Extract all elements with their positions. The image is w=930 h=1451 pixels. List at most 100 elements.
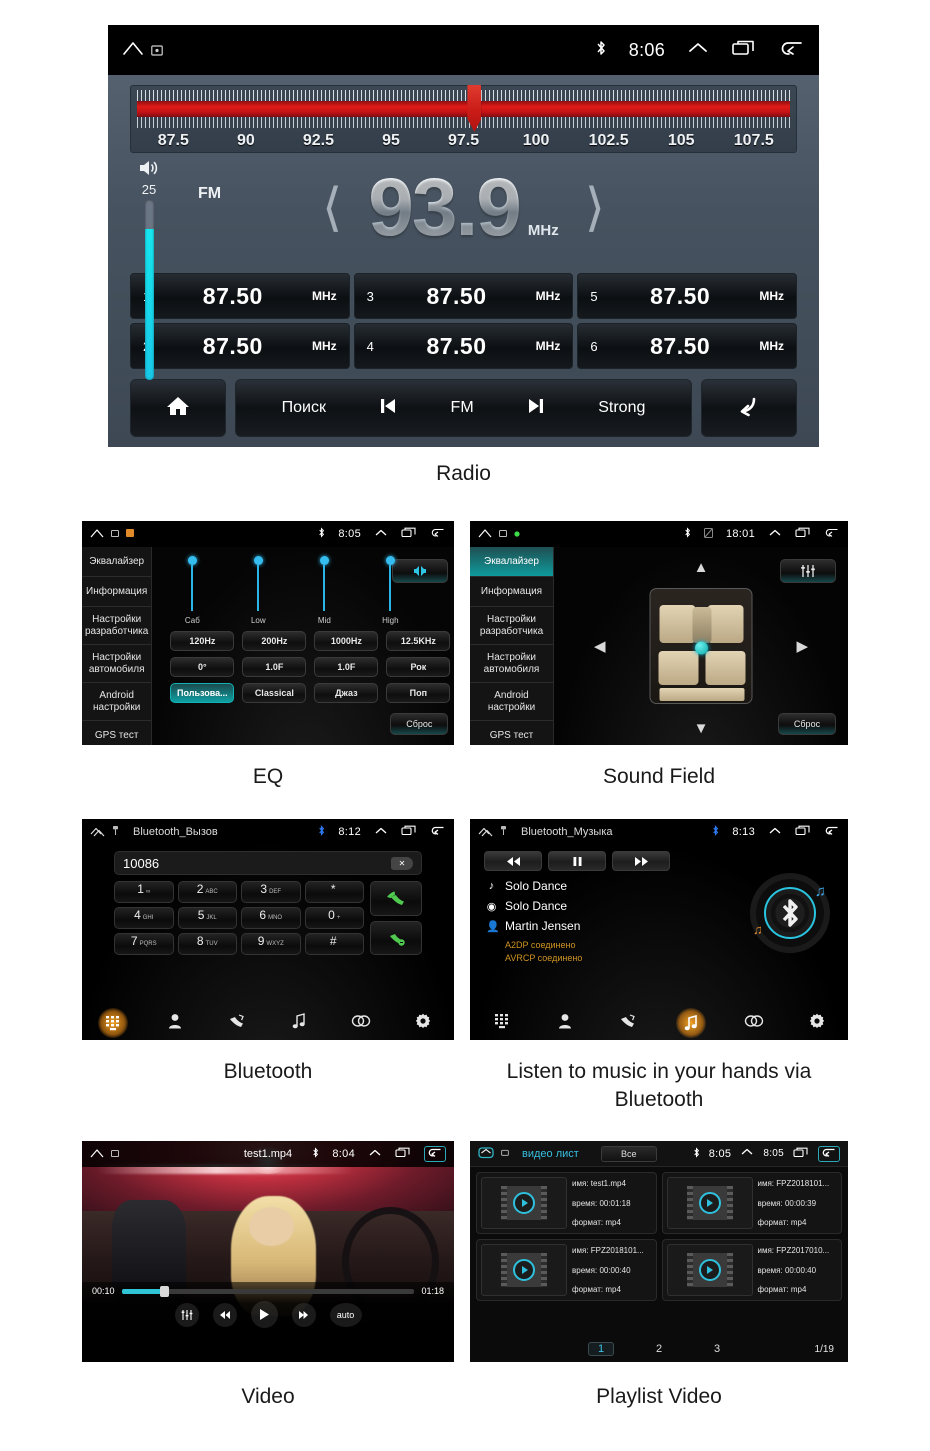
hangup-button[interactable] [370,920,422,955]
sidebar-item-information[interactable]: Информация [470,577,553,607]
tab-keypad[interactable] [470,1006,533,1040]
sound-field-button[interactable] [392,559,449,583]
eq-preset-jazz[interactable]: Джаз [314,683,379,703]
sidebar-item-car-settings[interactable]: Настройки автомобиля [82,645,152,683]
screenshot-icon[interactable] [499,528,507,540]
key-star[interactable]: * [304,881,364,903]
prev-icon[interactable] [377,396,399,421]
tuner-dial[interactable]: 87.5 90 92.5 95 97.5 100 102.5 105 107.5 [130,85,797,153]
recents-icon[interactable] [401,825,417,839]
eq-param-button[interactable]: 1.0F [242,657,307,677]
chevron-up-icon[interactable] [740,1147,754,1160]
dial-band[interactable] [137,85,790,132]
chevron-up-icon[interactable] [374,528,388,541]
back-icon[interactable] [779,39,805,62]
recents-icon[interactable] [795,825,811,839]
list-item[interactable]: имя: FPZ2017010... время: 00:00:40 форма… [661,1239,842,1301]
sidebar-item-equalizer[interactable]: Эквалайзер [470,547,553,577]
eq-slider-rail[interactable] [257,565,260,611]
sound-field-up-icon[interactable]: ▲ [694,559,709,576]
chevron-up-icon[interactable] [374,826,388,839]
chevron-up-icon[interactable] [368,1148,382,1161]
eq-param-button[interactable]: 1.0F [314,657,379,677]
recents-icon[interactable] [395,1147,411,1161]
tab-contacts[interactable] [144,1006,206,1040]
sidebar-item-gps-test[interactable]: GPS тест [82,721,151,745]
recents-icon[interactable] [731,39,757,62]
backspace-icon[interactable]: ✕ [391,856,413,870]
video-thumbnail[interactable] [481,1244,567,1296]
phone-number-input[interactable]: 10086 ✕ [114,851,422,875]
next-icon[interactable] [525,396,547,421]
preset-button[interactable]: 6 87.50 MHz [577,323,797,369]
chevron-up-icon[interactable] [768,826,782,839]
eq-slider-knob[interactable] [253,556,263,565]
pause-button[interactable] [548,851,606,871]
back-icon[interactable] [818,1145,840,1162]
eq-freq-button[interactable]: 200Hz [242,631,307,651]
eq-preset-classical[interactable]: Classical [242,683,307,703]
eq-preset-pop[interactable]: Поп [386,683,451,703]
recents-icon[interactable] [793,1147,809,1161]
key-hash[interactable]: # [304,933,364,955]
sidebar-item-information[interactable]: Информация [82,577,152,607]
page-button-2[interactable]: 2 [646,1343,672,1355]
eq-freq-button[interactable]: 1000Hz [314,631,379,651]
screenshot-icon[interactable] [151,40,163,61]
prev-track-button[interactable] [484,851,542,871]
back-icon[interactable] [430,825,446,839]
tab-music[interactable] [268,1006,330,1040]
sidebar-item-developer-settings[interactable]: Настройки разработчика [82,607,152,645]
key-7[interactable]: 7 PQRS [114,933,174,955]
chevron-up-icon[interactable] [687,40,709,61]
eq-slider[interactable]: Low [236,556,280,625]
eq-preset-rock[interactable]: Рок [386,657,451,677]
key-1[interactable]: 1 ∞ [114,881,174,903]
back-button[interactable] [701,379,797,437]
tab-call-history[interactable] [596,1006,659,1040]
eq-freq-button[interactable]: 12.5KHz [386,631,451,651]
eq-slider[interactable]: Саб [170,556,214,625]
play-button[interactable] [250,1301,278,1328]
sidebar-item-android-settings[interactable]: Android настройки [82,683,152,721]
home-button[interactable] [130,379,226,437]
video-surface[interactable]: 00:10 01:18 auto [82,1141,454,1336]
home-icon[interactable] [90,528,104,541]
tab-contacts[interactable] [533,1006,596,1040]
seek-bar[interactable] [121,1285,415,1297]
tab-keypad[interactable] [82,1006,144,1040]
next-track-button[interactable] [612,851,670,871]
video-thumbnail[interactable] [666,1177,753,1229]
sound-field-down-icon[interactable]: ▼ [694,720,709,737]
key-6[interactable]: 6 MNO [241,907,301,929]
tab-music[interactable] [659,1006,722,1040]
key-3[interactable]: 3 DEF [241,881,301,903]
home-icon[interactable] [478,825,494,840]
tab-call-history[interactable] [206,1006,268,1040]
home-icon[interactable] [122,40,144,61]
key-4[interactable]: 4 GHI [114,907,174,929]
next-station-icon[interactable]: ⟩ [585,182,605,234]
key-2[interactable]: 2 ABC [177,881,237,903]
home-icon[interactable] [478,1146,495,1162]
preset-button[interactable]: 4 87.50 MHz [353,323,574,369]
sidebar-item-car-settings[interactable]: Настройки автомобиля [470,645,553,683]
prev-station-icon[interactable]: ⟨ [322,182,342,234]
sidebar-item-gps-test[interactable]: GPS тест [470,721,553,745]
key-0[interactable]: 0 + [304,907,364,929]
sound-field-right-icon[interactable]: ▶ [796,637,808,655]
call-button[interactable] [370,881,422,916]
preset-button[interactable]: 5 87.50 MHz [577,273,797,319]
recents-icon[interactable] [401,527,417,541]
list-item[interactable]: имя: FPZ2018101... время: 00:00:39 форма… [661,1172,842,1234]
tab-link[interactable] [330,1006,392,1040]
eq-param-button[interactable]: 0° [170,657,235,677]
video-thumbnail[interactable] [481,1177,567,1229]
eq-slider-knob[interactable] [187,556,197,565]
reset-button[interactable]: Сброс [390,713,449,735]
back-icon[interactable] [824,825,840,839]
key-9[interactable]: 9 WXYZ [241,933,301,955]
video-thumbnail[interactable] [666,1244,753,1296]
reset-button[interactable]: Сброс [778,713,836,735]
back-icon[interactable] [824,527,840,541]
